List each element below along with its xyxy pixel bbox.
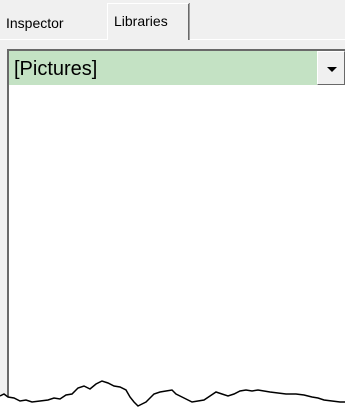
library-select-value: [Pictures] — [14, 58, 98, 80]
chevron-down-icon — [327, 67, 337, 72]
tab-libraries-label: Libraries — [114, 13, 168, 29]
tab-libraries[interactable]: Libraries — [107, 3, 190, 40]
tab-strip: Inspector Libraries — [0, 0, 345, 40]
library-select-button[interactable] — [317, 51, 345, 85]
library-select[interactable]: [Pictures] — [7, 49, 345, 85]
torn-edge-cutoff — [0, 380, 345, 414]
libraries-tab-panel: [Pictures] — [0, 40, 345, 414]
libraries-panel-window: Inspector Libraries [Pictures] — [0, 0, 345, 414]
tab-inspector-label: Inspector — [6, 15, 64, 31]
tab-inspector[interactable]: Inspector — [4, 8, 107, 39]
